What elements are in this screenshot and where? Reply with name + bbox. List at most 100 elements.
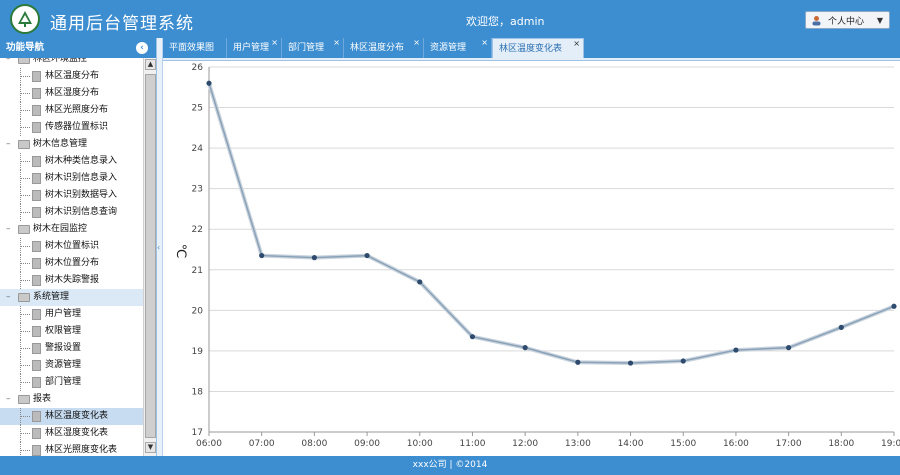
sidebar-leaf-item[interactable]: 警报设置 [0, 340, 143, 357]
expand-toggle-icon[interactable]: – [6, 58, 15, 64]
sidebar-folder-item[interactable]: – 树木在园监控 [0, 221, 143, 238]
sidebar-leaf-label: 树木识别数据导入 [45, 190, 118, 200]
x-tick-label: 12:00 [512, 439, 538, 449]
tree-connector [20, 365, 30, 366]
expand-toggle-icon[interactable]: – [6, 293, 15, 302]
tree-connector [20, 161, 30, 162]
sidebar-folder-item[interactable]: – 树木信息管理 [0, 136, 143, 153]
x-tick-label: 09:00 [354, 439, 380, 449]
sidebar-leaf-item[interactable]: 林区光照度变化表 [0, 442, 143, 456]
sidebar-leaf-item[interactable]: 林区温度分布 [0, 68, 143, 85]
tree-connector [20, 433, 30, 434]
data-point [786, 345, 792, 351]
sidebar-leaf-label: 用户管理 [45, 309, 82, 319]
tab-item[interactable]: 林区温度变化表 × [492, 38, 584, 60]
sidebar-leaf-item[interactable]: 树木位置分布 [0, 255, 143, 272]
user-menu-button[interactable]: 个人中心 ▼ [805, 11, 890, 29]
tab-label: 林区温度变化表 [499, 44, 563, 54]
sidebar-leaf-label: 树木位置标识 [45, 241, 100, 251]
y-tick-label: 26 [192, 63, 204, 73]
sidebar-folder-item[interactable]: – 林区环境监控 [0, 58, 143, 68]
sidebar-leaf-item[interactable]: 林区湿度变化表 [0, 425, 143, 442]
sidebar-leaf-label: 树木识别信息录入 [45, 173, 118, 183]
sidebar-leaf-item[interactable]: 传感器位置标识 [0, 119, 143, 136]
y-tick-label: 24 [192, 144, 204, 154]
y-tick-label: 21 [192, 266, 203, 276]
data-point [311, 255, 317, 261]
sidebar-leaf-item[interactable]: 林区光照度分布 [0, 102, 143, 119]
file-icon [32, 88, 41, 99]
x-tick-label: 14:00 [618, 439, 644, 449]
sidebar-leaf-item[interactable]: 用户管理 [0, 306, 143, 323]
close-tab-icon[interactable]: × [413, 33, 420, 53]
series-line-shadow [207, 82, 895, 366]
close-tab-icon[interactable]: × [481, 33, 488, 53]
tree-connector [20, 416, 30, 417]
sidebar-folder-item[interactable]: – 报表 [0, 391, 143, 408]
sidebar-leaf-item[interactable]: 权限管理 [0, 323, 143, 340]
sidebar-leaf-label: 树木位置分布 [45, 258, 100, 268]
sidebar: 功能导航 ‹ – 林区环境监控 林区温度分布 林区湿度分布 林区光照度分布 传感器位置标识… [0, 38, 157, 456]
tree-connector [20, 246, 30, 247]
sidebar-leaf-item[interactable]: 树木位置标识 [0, 238, 143, 255]
sidebar-scrollbar[interactable]: ▲ ▼ [143, 58, 156, 456]
scroll-down-icon[interactable]: ▼ [145, 442, 156, 453]
sidebar-leaf-label: 树木识别信息查询 [45, 207, 118, 217]
tab-item[interactable]: 平面效果图 [163, 38, 227, 58]
sidebar-leaf-item[interactable]: 树木识别信息查询 [0, 204, 143, 221]
tab-item[interactable]: 资源管理 × [424, 38, 492, 58]
file-icon [32, 275, 41, 286]
tab-item[interactable]: 用户管理 × [227, 38, 282, 58]
file-icon [32, 122, 41, 133]
close-tab-icon[interactable]: × [271, 33, 278, 53]
sidebar-leaf-item[interactable]: 树木识别数据导入 [0, 187, 143, 204]
expand-toggle-icon[interactable]: – [6, 225, 15, 234]
close-tab-icon[interactable]: × [333, 33, 340, 53]
file-icon [32, 377, 41, 388]
sidebar-folder-item[interactable]: – 系统管理 [0, 289, 143, 306]
sidebar-folder-label: 树木在园监控 [33, 224, 88, 234]
sidebar-leaf-item[interactable]: 林区湿度分布 [0, 85, 143, 102]
sidebar-leaf-label: 林区温度变化表 [45, 411, 109, 421]
close-tab-icon[interactable]: × [573, 34, 580, 54]
scroll-up-icon[interactable]: ▲ [145, 59, 156, 70]
expand-toggle-icon[interactable]: – [6, 140, 15, 149]
folder-icon [18, 293, 30, 302]
sidebar-leaf-label: 树木失踪警报 [45, 275, 100, 285]
data-point [206, 80, 212, 86]
data-point [733, 347, 739, 353]
data-point [627, 360, 634, 366]
sidebar-leaf-item[interactable]: 树木失踪警报 [0, 272, 143, 289]
expand-toggle-icon[interactable]: – [6, 395, 15, 404]
y-tick-label: 22 [192, 225, 203, 235]
sidebar-folder-label: 林区环境监控 [33, 58, 88, 64]
sidebar-leaf-item[interactable]: 资源管理 [0, 357, 143, 374]
tab-label: 资源管理 [430, 43, 467, 53]
sidebar-leaf-item[interactable]: 林区温度变化表 [0, 408, 143, 425]
tab-item[interactable]: 林区温度分布 × [344, 38, 424, 58]
sidebar-folder-label: 报表 [33, 394, 52, 404]
user-menu-label: 个人中心 [828, 16, 865, 27]
x-tick-label: 13:00 [565, 439, 591, 449]
tree-connector [20, 195, 30, 196]
sidebar-leaf-label: 林区湿度分布 [45, 88, 100, 98]
y-tick-label: 18 [192, 387, 204, 397]
sidebar-leaf-label: 林区温度分布 [45, 71, 100, 81]
x-tick-label: 10:00 [407, 439, 433, 449]
tab-item[interactable]: 部门管理 × [282, 38, 344, 58]
tab-label: 部门管理 [288, 43, 325, 53]
sidebar-leaf-label: 树木种类信息录入 [45, 156, 118, 166]
sidebar-leaf-item[interactable]: 部门管理 [0, 374, 143, 391]
collapse-sidebar-icon[interactable]: ‹ [136, 42, 148, 54]
sidebar-leaf-item[interactable]: 树木种类信息录入 [0, 153, 143, 170]
scroll-thumb[interactable] [145, 74, 156, 438]
data-point [522, 345, 528, 351]
x-tick-label: 19:00 [881, 439, 900, 449]
x-tick-label: 15:00 [670, 439, 696, 449]
y-tick-label: 25 [192, 104, 203, 114]
tree-connector [20, 127, 30, 128]
x-tick-label: 16:00 [723, 439, 749, 449]
app-title: 通用后台管理系统 [50, 14, 194, 34]
file-icon [32, 428, 41, 439]
sidebar-leaf-item[interactable]: 树木识别信息录入 [0, 170, 143, 187]
